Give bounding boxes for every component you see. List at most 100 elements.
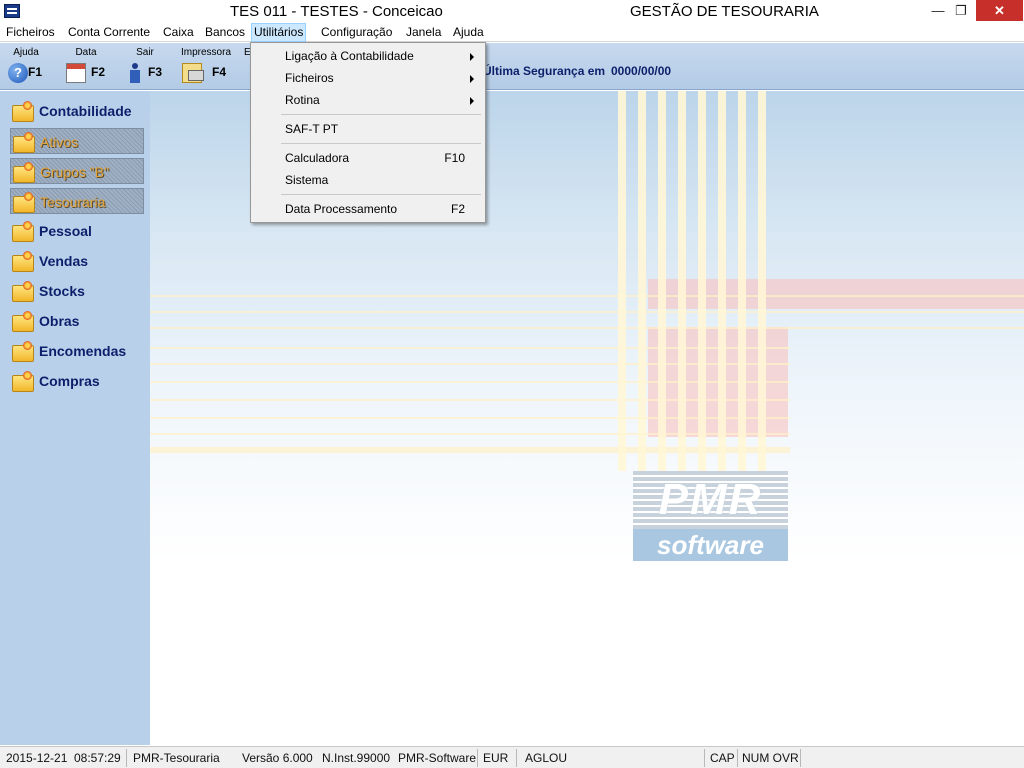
sidebar-item-label: Ativos bbox=[40, 134, 79, 150]
menu-item-label: Rotina bbox=[285, 93, 320, 107]
calendar-icon bbox=[66, 63, 86, 83]
sidebar-item-pessoal[interactable]: Pessoal bbox=[10, 218, 144, 244]
menu-bancos[interactable]: Bancos bbox=[203, 23, 247, 42]
menu-janela[interactable]: Janela bbox=[404, 23, 443, 42]
status-divider bbox=[704, 749, 705, 767]
printer-button[interactable]: Impressora F4 bbox=[180, 47, 236, 87]
title-bar: TES 011 - TESTES - Conceicao GESTÃO DE T… bbox=[0, 0, 1024, 23]
sidebar-item-label: Compras bbox=[39, 373, 100, 389]
menu-item-calculadora[interactable]: Calculadora F10 bbox=[252, 147, 484, 169]
status-currency: EUR bbox=[483, 751, 509, 765]
sidebar-item-compras[interactable]: Compras bbox=[10, 368, 144, 394]
status-time: 08:57:29 bbox=[74, 751, 121, 765]
logo-subtitle: software bbox=[633, 529, 788, 561]
status-app: PMR-Tesouraria bbox=[133, 751, 220, 765]
exit-icon bbox=[126, 63, 146, 83]
sidebar-item-label: Encomendas bbox=[39, 343, 127, 359]
printer-label: Impressora bbox=[180, 47, 231, 58]
last-backup-label: Última Segurança em bbox=[483, 64, 606, 78]
close-button[interactable]: ✕ bbox=[976, 0, 1023, 21]
app-logo-icon[interactable] bbox=[4, 4, 20, 18]
sidebar-item-encomendas[interactable]: Encomendas bbox=[10, 338, 144, 364]
folder-icon bbox=[12, 341, 34, 362]
menu-utilitarios[interactable]: Utilitários bbox=[251, 23, 307, 42]
help-icon: ? bbox=[8, 63, 28, 83]
status-divider bbox=[737, 749, 738, 767]
utilitarios-dropdown-menu: Ligação à Contabilidade Ficheiros Rotina… bbox=[250, 42, 486, 223]
sidebar-item-grupos-b[interactable]: Grupos "B" bbox=[10, 158, 144, 184]
menu-item-label: Calculadora bbox=[285, 151, 350, 165]
menu-ajuda[interactable]: Ajuda bbox=[451, 23, 486, 42]
sidebar-item-tesouraria[interactable]: Tesouraria bbox=[10, 188, 144, 214]
help-key: F1 bbox=[28, 65, 43, 79]
menu-item-label: Ligação à Contabilidade bbox=[285, 49, 414, 63]
pmr-software-logo: PMR software bbox=[633, 471, 788, 561]
sidebar-item-label: Tesouraria bbox=[40, 194, 106, 210]
sidebar-item-label: Pessoal bbox=[39, 223, 92, 239]
folder-icon bbox=[12, 221, 34, 242]
exit-button[interactable]: Sair F3 bbox=[120, 47, 176, 87]
application-window: TES 011 - TESTES - Conceicao GESTÃO DE T… bbox=[0, 0, 1024, 768]
logo-brand: PMR bbox=[633, 471, 788, 529]
folder-icon bbox=[12, 281, 34, 302]
sidebar-item-vendas[interactable]: Vendas bbox=[10, 248, 144, 274]
menu-item-label: Data Processamento bbox=[285, 202, 398, 216]
sidebar-item-contabilidade[interactable]: Contabilidade bbox=[10, 98, 144, 124]
help-label: Ajuda bbox=[13, 47, 39, 58]
status-date: 2015-12-21 bbox=[6, 751, 68, 765]
menu-item-rotina[interactable]: Rotina bbox=[252, 89, 484, 111]
folder-icon bbox=[12, 311, 34, 332]
printer-icon bbox=[182, 63, 204, 83]
menu-ficheiros[interactable]: Ficheiros bbox=[4, 23, 57, 42]
menu-bar: Ficheiros Conta Corrente Caixa Bancos Ut… bbox=[0, 23, 1024, 42]
status-installation: N.Inst.99000 bbox=[322, 751, 391, 765]
date-label: Data bbox=[75, 47, 97, 58]
module-sidebar: Contabilidade Ativos Grupos "B" Tesourar… bbox=[0, 91, 150, 745]
sidebar-item-label: Contabilidade bbox=[39, 103, 132, 119]
status-divider bbox=[126, 749, 127, 767]
folder-icon bbox=[12, 101, 34, 122]
menu-item-shortcut: F2 bbox=[450, 202, 465, 216]
printer-key: F4 bbox=[212, 65, 227, 79]
menu-item-label: SAF-T PT bbox=[285, 122, 339, 136]
sidebar-item-label: Vendas bbox=[39, 253, 89, 269]
submenu-arrow-icon bbox=[470, 53, 474, 61]
folder-icon bbox=[12, 251, 34, 272]
sidebar-item-label: Grupos "B" bbox=[40, 164, 110, 180]
status-divider bbox=[800, 749, 801, 767]
status-vendor: PMR-Software bbox=[398, 751, 477, 765]
menu-item-ligacao-contabilidade[interactable]: Ligação à Contabilidade bbox=[252, 45, 484, 67]
exit-key: F3 bbox=[148, 65, 163, 79]
menu-caixa[interactable]: Caixa bbox=[161, 23, 196, 42]
date-key: F2 bbox=[91, 65, 106, 79]
menu-item-sistema[interactable]: Sistema bbox=[252, 169, 484, 191]
toolbar: Ajuda ? F1 Data F2 Sair F3 Impressora F4… bbox=[0, 43, 1024, 90]
menu-item-data-processamento[interactable]: Data Processamento F2 bbox=[252, 198, 484, 220]
status-num-ovr: NUM OVR bbox=[742, 751, 799, 765]
help-button[interactable]: Ajuda ? F1 bbox=[2, 47, 58, 87]
status-caps-lock: CAP bbox=[710, 751, 735, 765]
submenu-arrow-icon bbox=[470, 97, 474, 105]
folder-icon bbox=[12, 371, 34, 392]
sidebar-item-obras[interactable]: Obras bbox=[10, 308, 144, 334]
menu-separator bbox=[281, 114, 481, 115]
menu-separator bbox=[281, 143, 481, 144]
menu-separator bbox=[281, 194, 481, 195]
window-title: TES 011 - TESTES - Conceicao bbox=[230, 3, 443, 20]
restore-button[interactable]: ❐ bbox=[946, 0, 976, 21]
sidebar-item-ativos[interactable]: Ativos bbox=[10, 128, 144, 154]
folder-icon bbox=[13, 192, 35, 213]
exit-label: Sair bbox=[136, 47, 154, 58]
menu-item-ficheiros[interactable]: Ficheiros bbox=[252, 67, 484, 89]
menu-item-saft-pt[interactable]: SAF-T PT bbox=[252, 118, 484, 140]
submenu-arrow-icon bbox=[470, 75, 474, 83]
window-subtitle: GESTÃO DE TESOURARIA bbox=[630, 3, 819, 20]
date-button[interactable]: Data F2 bbox=[60, 47, 116, 87]
menu-conta-corrente[interactable]: Conta Corrente bbox=[66, 23, 152, 42]
status-divider bbox=[477, 749, 478, 767]
menu-configuracao[interactable]: Configuração bbox=[319, 23, 394, 42]
folder-icon bbox=[13, 132, 35, 153]
sidebar-item-stocks[interactable]: Stocks bbox=[10, 278, 144, 304]
sidebar-item-label: Stocks bbox=[39, 283, 85, 299]
menu-item-label: Ficheiros bbox=[285, 71, 334, 85]
